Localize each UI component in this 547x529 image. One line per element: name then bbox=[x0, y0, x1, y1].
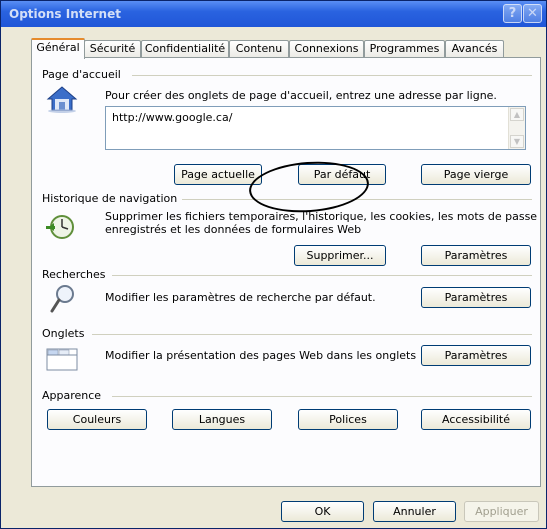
history-description-line1: Supprimer les fichiers temporaires, l'hi… bbox=[105, 210, 538, 223]
button-label: Appliquer bbox=[475, 505, 528, 518]
search-settings-button[interactable]: Paramètres bbox=[421, 287, 531, 308]
history-clock-icon bbox=[46, 215, 74, 239]
close-icon: ✕ bbox=[527, 6, 538, 21]
search-group-title: Recherches bbox=[42, 268, 112, 281]
help-button[interactable]: ? bbox=[503, 4, 522, 23]
tabs-group-title: Onglets bbox=[42, 327, 91, 340]
button-label: Langues bbox=[198, 413, 246, 426]
group-divider bbox=[112, 396, 532, 397]
button-label: OK bbox=[314, 505, 331, 518]
search-magnifier-icon bbox=[50, 285, 74, 313]
history-settings-button[interactable]: Paramètres bbox=[421, 245, 531, 266]
button-label: Page actuelle bbox=[181, 168, 255, 181]
search-description: Modifier les paramètres de recherche par… bbox=[105, 291, 376, 304]
history-group-title: Historique de navigation bbox=[42, 192, 184, 205]
tab-advanced[interactable]: Avancés bbox=[445, 40, 504, 57]
cancel-button[interactable]: Annuler bbox=[373, 501, 456, 522]
button-label: Annuler bbox=[393, 505, 436, 518]
tab-programs[interactable]: Programmes bbox=[364, 40, 445, 57]
tab-general[interactable]: Général bbox=[31, 38, 85, 59]
button-label: Accessibilité bbox=[442, 413, 510, 426]
tabs-description: Modifier la présentation des pages Web d… bbox=[105, 349, 417, 362]
tab-label: Général bbox=[36, 41, 80, 54]
tab-security[interactable]: Sécurité bbox=[84, 40, 141, 57]
tab-label: Contenu bbox=[235, 42, 283, 55]
history-description-line2: enregistrés et les données de formulaire… bbox=[105, 223, 362, 236]
tab-label: Programmes bbox=[369, 42, 440, 55]
tab-label: Sécurité bbox=[89, 42, 136, 55]
button-label: Paramètres bbox=[444, 291, 508, 304]
accessibility-button[interactable]: Accessibilité bbox=[421, 409, 531, 430]
delete-history-button[interactable]: Supprimer... bbox=[294, 245, 386, 266]
button-label: Page vierge bbox=[443, 168, 509, 181]
button-label: Couleurs bbox=[72, 413, 122, 426]
group-divider bbox=[132, 75, 532, 76]
current-page-button[interactable]: Page actuelle bbox=[174, 164, 262, 185]
button-label: Paramètres bbox=[444, 249, 508, 262]
title-bar[interactable]: Options Internet ? ✕ bbox=[1, 1, 546, 27]
tabs-settings-button[interactable]: Paramètres bbox=[421, 345, 531, 366]
url-scrollbar[interactable]: ▲ ▼ bbox=[508, 107, 525, 149]
internet-options-window: Options Internet ? ✕ Général Sécurité Co… bbox=[0, 0, 547, 529]
window-title: Options Internet bbox=[9, 7, 121, 21]
help-icon: ? bbox=[508, 6, 517, 21]
homepage-description: Pour créer des onglets de page d'accueil… bbox=[105, 89, 497, 102]
home-icon bbox=[46, 86, 78, 113]
tab-connections[interactable]: Connexions bbox=[289, 40, 364, 57]
blank-page-button[interactable]: Page vierge bbox=[421, 164, 531, 185]
tabbed-browsing-icon bbox=[46, 348, 78, 371]
group-divider bbox=[112, 275, 532, 276]
tab-content[interactable]: Contenu bbox=[229, 40, 289, 57]
tab-label: Avancés bbox=[451, 42, 498, 55]
tab-privacy[interactable]: Confidentialité bbox=[141, 40, 229, 57]
button-label: Paramètres bbox=[444, 349, 508, 362]
colors-button[interactable]: Couleurs bbox=[47, 409, 147, 430]
ok-button[interactable]: OK bbox=[281, 501, 364, 522]
tab-label: Confidentialité bbox=[144, 42, 226, 55]
general-panel: Page d'accueil Pour créer des onglets de… bbox=[31, 57, 541, 487]
tab-label: Connexions bbox=[294, 42, 359, 55]
languages-button[interactable]: Langues bbox=[172, 409, 272, 430]
button-label: Supprimer... bbox=[306, 249, 374, 262]
homepage-url-value[interactable]: http://www.google.ca/ bbox=[112, 111, 232, 124]
group-divider bbox=[92, 334, 532, 335]
fonts-button[interactable]: Polices bbox=[298, 409, 398, 430]
close-button[interactable]: ✕ bbox=[523, 4, 542, 23]
homepage-url-field[interactable]: http://www.google.ca/ ▲ ▼ bbox=[105, 106, 526, 150]
appearance-group-title: Apparence bbox=[42, 389, 108, 402]
homepage-group-title: Page d'accueil bbox=[42, 68, 127, 81]
scroll-down-icon[interactable]: ▼ bbox=[510, 135, 524, 148]
scroll-up-icon[interactable]: ▲ bbox=[510, 108, 524, 121]
apply-button[interactable]: Appliquer bbox=[464, 501, 539, 522]
button-label: Polices bbox=[329, 413, 367, 426]
